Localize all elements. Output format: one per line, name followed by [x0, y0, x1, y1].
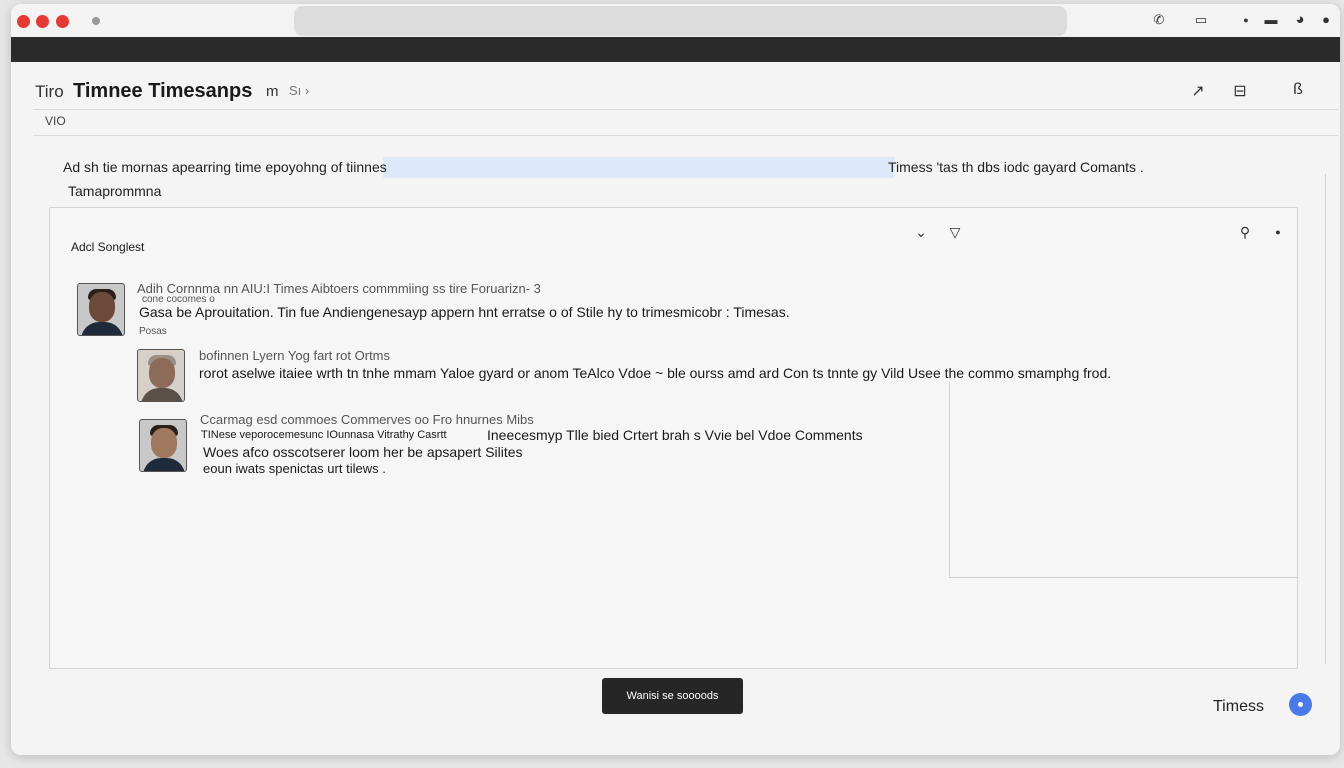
description-text: Ad sh tie mornas apearring time epoyohng…: [63, 159, 387, 175]
comment-text: Ineecesmyp Tlle bied Crtert brah s Vvie …: [487, 427, 863, 443]
description-right: Timess 'tas th dbs iodc gayard Comants .: [888, 159, 1144, 175]
description-subtitle: Tamaprommna: [68, 183, 162, 199]
share-icon[interactable]: ⊟: [1229, 81, 1251, 101]
comment-meta: Ccarmag esd commoes Commerves oo Fro hnu…: [200, 412, 534, 427]
close-window-button[interactable]: [17, 15, 30, 28]
panel-title: Adcl Songlest: [71, 240, 145, 254]
page-title-prefix: Tiro: [35, 82, 64, 101]
collapse-icon[interactable]: ⌄: [911, 224, 931, 241]
filter-icon[interactable]: ▽: [945, 224, 965, 241]
window-icon[interactable]: ▭: [1192, 11, 1210, 29]
divider: [33, 135, 1338, 136]
minimize-icon[interactable]: ▬: [1262, 11, 1280, 29]
comment-text: TINese veporocemesunc IOunnasa Vitrathy …: [201, 429, 447, 441]
title-bar: ✆ ▭ ● ▬ ◕ ●: [11, 4, 1340, 37]
description-left: Ad sh tie mornas apearring time epoyohng…: [63, 159, 343, 175]
side-divider: [1325, 174, 1326, 664]
footer-label: Timess: [1213, 698, 1264, 715]
avatar[interactable]: [137, 349, 185, 402]
avatar[interactable]: [139, 419, 187, 472]
comment-text: eoun iwats spenictas urt tilews .: [203, 461, 386, 476]
divider: [33, 109, 1338, 110]
toolbar-strip: [11, 37, 1340, 62]
minimize-window-button[interactable]: [36, 15, 49, 28]
text-highlight: [383, 157, 895, 178]
primary-button[interactable]: Wanisi se soooods: [602, 678, 743, 714]
pin-icon[interactable]: ⚲: [1235, 224, 1255, 241]
maximize-window-button[interactable]: [56, 15, 69, 28]
comment-meta: bofinnen Lyern Yog fart rot Ortms: [199, 348, 391, 363]
footer-divider: [49, 668, 1298, 669]
avatar[interactable]: [77, 283, 125, 336]
app-window: ✆ ▭ ● ▬ ◕ ● Tiro Timnee Timesanps m Sı ›…: [11, 4, 1340, 755]
comment-text: Gasa be Aprouitation. Tin fue Andiengene…: [139, 304, 790, 320]
edit-icon[interactable]: ↗: [1187, 81, 1209, 101]
address-bar[interactable]: [294, 6, 1067, 36]
comments-panel: Adcl Songlest ⌄ ▽ ⚲ ● Adih Cornnma nn AI…: [49, 207, 1298, 669]
phone-icon[interactable]: ✆: [1150, 11, 1168, 29]
status-indicator-icon[interactable]: [1289, 693, 1312, 716]
app-header: Tiro Timnee Timesanps m Sı › ↗ ⊟ ß: [11, 62, 1340, 112]
profile-icon[interactable]: ◕: [1291, 11, 1309, 29]
comment-tag: Posas: [139, 326, 167, 337]
description-highlighted[interactable]: tiinnes: [346, 159, 386, 175]
more-icon[interactable]: ●: [1268, 227, 1288, 237]
section-label: VIO: [45, 114, 66, 128]
page-title-meta: Sı ›: [289, 83, 310, 98]
page-title-suffix: m: [266, 83, 279, 100]
comment-text: Woes afco osscotserer loom her be apsape…: [203, 444, 523, 460]
page-title: Timnee Timesanps: [73, 80, 253, 102]
comment-text: rorot aselwe itaiee wrth tn tnhe mmam Ya…: [199, 365, 1112, 381]
status-icon[interactable]: ●: [1317, 11, 1335, 29]
bookmark-icon[interactable]: ß: [1287, 81, 1309, 99]
tab-indicator-icon: [92, 17, 100, 25]
dot-icon[interactable]: ●: [1237, 11, 1255, 29]
preview-frame: [949, 382, 1298, 578]
